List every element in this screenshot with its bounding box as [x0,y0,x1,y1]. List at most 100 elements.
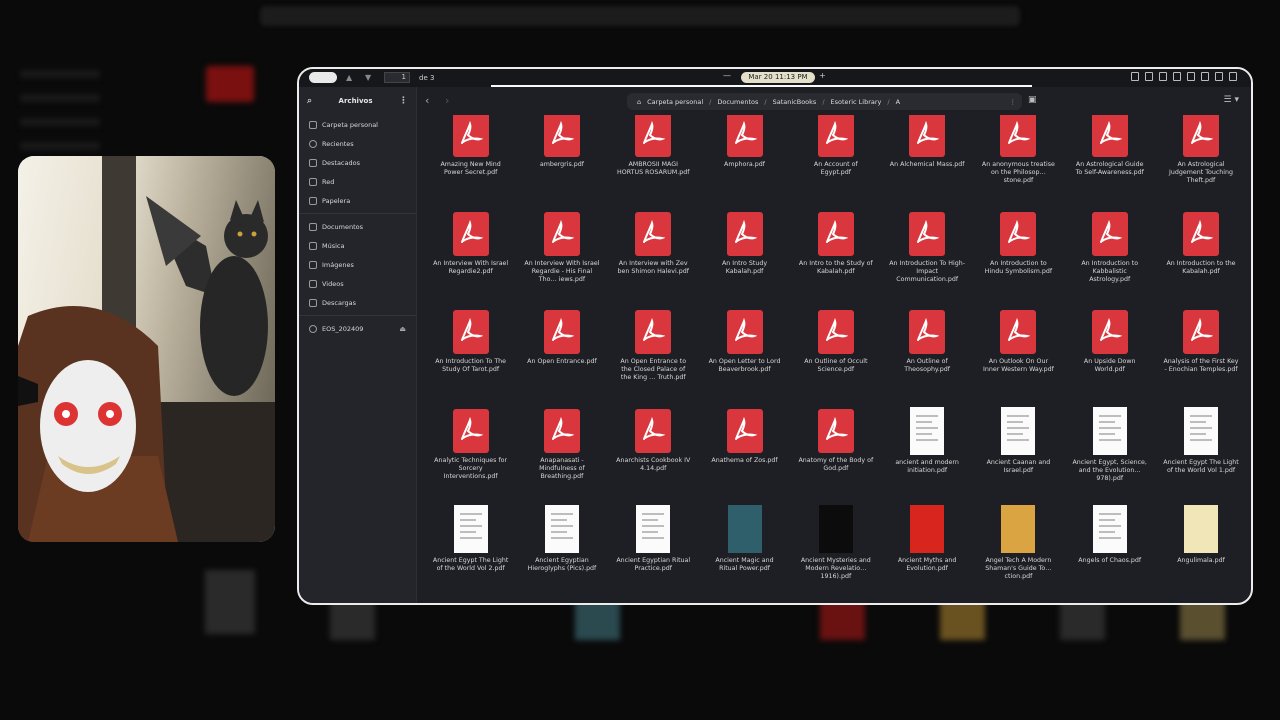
sidebar-item-drive[interactable]: EOS_202409 ⏏ [299,319,416,338]
sidebar-item-music[interactable]: Música [299,236,416,255]
file-item[interactable]: An Open Entrance to the Closed Palace of… [608,298,699,397]
sidebar-item-trash[interactable]: Papelera [299,191,416,210]
breadcrumb-item[interactable]: Esoteric Library [831,98,882,106]
file-item[interactable]: Angels of Chaos.pdf [1064,495,1155,594]
sidebar-item-home[interactable]: Carpeta personal [299,115,416,134]
sidebar-item-downloads[interactable]: Descargas [299,293,416,312]
breadcrumb-item[interactable]: A [896,98,900,106]
file-name: Anathema of Zos.pdf [711,456,778,464]
breadcrumb-item[interactable]: SatanicBooks [773,98,817,106]
file-item[interactable]: An Intro Study Kabalah.pdf [699,200,790,299]
file-item[interactable]: Ancient Magic and Ritual Power.pdf [699,495,790,594]
file-item[interactable]: Anarchists Cookbook IV 4.14.pdf [608,397,699,496]
file-item[interactable]: An Introduction To The Study Of Tarot.pd… [425,298,516,397]
file-item[interactable] [516,594,607,604]
file-item[interactable]: Ancient Caanan and Israel.pdf [973,397,1064,496]
file-item[interactable] [425,594,516,604]
file-item[interactable]: ancient and modern initiation.pdf [881,397,972,496]
file-item[interactable]: An Outlook On Our Inner Western Way.pdf [973,298,1064,397]
file-item[interactable] [1155,594,1246,604]
file-item[interactable]: An Introduction To High-Impact Communica… [881,200,972,299]
file-item[interactable]: Anatomy of the Body of God.pdf [790,397,881,496]
file-item[interactable]: ambergris.pdf [516,115,607,200]
file-item[interactable] [790,594,881,604]
file-item[interactable]: An Upside Down World.pdf [1064,298,1155,397]
file-item[interactable]: Angel Tech A Modern Shaman's Guide To… c… [973,495,1064,594]
file-item[interactable]: Angulimala.pdf [1155,495,1246,594]
zoom-in-icon[interactable]: + [819,71,826,80]
text-line [1190,432,1207,435]
menu-icon[interactable]: ⋮ [399,96,408,106]
sidebar-item-starred[interactable]: Destacados [299,153,416,172]
copy-icon[interactable] [1201,72,1209,81]
text-line [550,513,573,515]
file-item[interactable]: Analysis of the First Key - Enochian Tem… [1155,298,1246,397]
file-item[interactable]: An Outline of Theosophy.pdf [881,298,972,397]
file-item[interactable]: Anapanasati - Mindfulness of Breathing.p… [516,397,607,496]
file-item[interactable] [1064,594,1155,604]
pen-icon[interactable] [1159,72,1167,81]
close-icon[interactable] [1229,72,1237,81]
file-item[interactable] [608,594,699,604]
sidebar-item-documents[interactable]: Documentos [299,217,416,236]
text-icon[interactable] [1173,72,1181,81]
file-item[interactable]: An Alchemical Mass.pdf [881,115,972,200]
more-icon[interactable]: ⋮ [1010,98,1017,106]
sidebar-item-recent[interactable]: Recientes [299,134,416,153]
view-options-icon[interactable]: ☰ ▾ [1224,95,1239,105]
sidebar-item-network[interactable]: Red [299,172,416,191]
file-item[interactable] [973,594,1064,604]
breadcrumb-item[interactable]: Documentos [717,98,758,106]
file-item[interactable]: Amphora.pdf [699,115,790,200]
file-item[interactable]: Ancient Egyptian Hieroglyphs (Pics).pdf [516,495,607,594]
file-item[interactable]: Analytic Techniques for Sorcery Interven… [425,397,516,496]
file-item[interactable]: Ancient Egyptian Ritual Practice.pdf [608,495,699,594]
file-item[interactable]: An Open Entrance.pdf [516,298,607,397]
file-item[interactable]: An Introduction to Hindu Symbolism.pdf [973,200,1064,299]
window-icon[interactable] [1215,72,1223,81]
file-item[interactable] [881,594,972,604]
file-item[interactable]: An Intro to the Study of Kabalah.pdf [790,200,881,299]
page-down-icon[interactable]: ▼ [365,73,375,83]
eject-icon[interactable]: ⏏ [399,325,406,333]
back-icon[interactable]: ‹ [425,94,429,107]
file-item[interactable]: An Outline of Occult Science.pdf [790,298,881,397]
sidebar-item-videos[interactable]: Videos [299,274,416,293]
file-item[interactable]: An Astrological Guide To Self-Awareness.… [1064,115,1155,200]
file-item[interactable]: Ancient Mysteries and Modern Revelatio… … [790,495,881,594]
forward-icon[interactable]: › [445,94,449,107]
comment-icon[interactable] [1131,72,1139,81]
highlight-icon[interactable] [1145,72,1153,81]
file-item[interactable]: An Introduction to the Kabalah.pdf [1155,200,1246,299]
new-folder-icon[interactable]: ▣ [1028,95,1037,105]
sidebar-item-pictures[interactable]: Imágenes [299,255,416,274]
file-name: Ancient Egypt The Light of the World Vol… [432,557,509,572]
edit-icon[interactable] [1187,72,1195,81]
file-item[interactable]: Anathema of Zos.pdf [699,397,790,496]
acrobat-glyph [734,318,757,341]
file-name: Angel Tech A Modern Shaman's Guide To… c… [985,557,1052,580]
pdf-icon [817,115,854,157]
file-item[interactable]: An Introduction to Kabbalistic Astrology… [1064,200,1155,299]
file-item[interactable]: Ancient Egypt The Light of the World Vol… [425,495,516,594]
page-up-icon[interactable]: ▲ [346,73,356,83]
file-item[interactable]: An Account of Egypt.pdf [790,115,881,200]
file-item[interactable]: An Open Letter to Lord Beaverbrook.pdf [699,298,790,397]
file-item[interactable]: An Interview with Zev ben Shimon Halevi.… [608,200,699,299]
file-item[interactable]: An anonymous treatise on the Philosop… s… [973,115,1064,200]
zoom-out-icon[interactable]: — [723,71,731,80]
file-item[interactable]: An Astrological Judgement Touching Theft… [1155,115,1246,200]
file-item[interactable]: An Interview With Israel Regardie - His … [516,200,607,299]
search-icon[interactable]: ⌕ [307,96,312,106]
file-item[interactable]: Ancient Egypt The Light of the World Vol… [1155,397,1246,496]
page-number-input[interactable]: 1 [384,72,410,83]
file-item[interactable] [699,594,790,604]
file-name: An Astrological Judgement Touching Theft… [1169,161,1234,184]
file-item[interactable]: AMBROSII MAGI HORTUS ROSARUM.pdf [608,115,699,200]
file-item[interactable]: Ancient Egypt, Science, and the Evolutio… [1064,397,1155,496]
breadcrumb-item[interactable]: Carpeta personal [647,98,703,106]
toggle-pill[interactable] [309,72,337,83]
file-item[interactable]: An Interview With Israel Regardie2.pdf [425,200,516,299]
file-item[interactable]: Amazing New Mind Power Secret.pdf [425,115,516,200]
file-item[interactable]: Ancient Myths and Evolution.pdf [881,495,972,594]
